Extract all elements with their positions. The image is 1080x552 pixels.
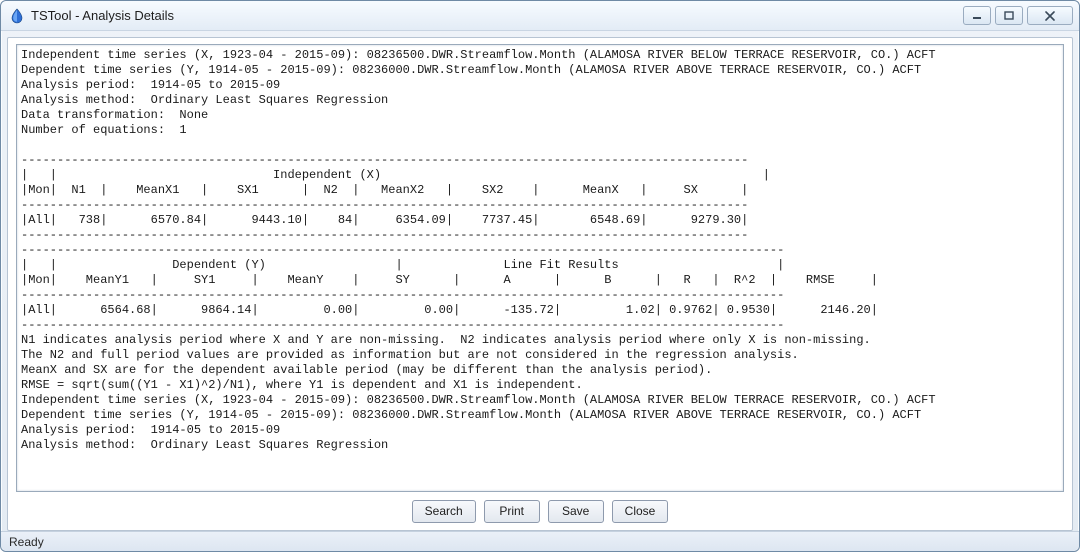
titlebar[interactable]: TSTool - Analysis Details [1, 1, 1079, 31]
maximize-icon [1004, 11, 1014, 20]
print-button[interactable]: Print [484, 500, 540, 523]
window-title: TSTool - Analysis Details [31, 8, 959, 23]
app-window: TSTool - Analysis Details Independent ti… [0, 0, 1080, 552]
window-buttons [959, 6, 1073, 25]
report-panel: Independent time series (X, 1923-04 - 20… [16, 44, 1064, 492]
close-icon [1044, 11, 1056, 21]
report-text[interactable]: Independent time series (X, 1923-04 - 20… [17, 45, 1063, 491]
app-icon [9, 8, 25, 24]
save-button[interactable]: Save [548, 500, 604, 523]
minimize-icon [972, 12, 982, 20]
status-bar: Ready [1, 531, 1079, 551]
search-button[interactable]: Search [412, 500, 476, 523]
close-window-button[interactable] [1027, 6, 1073, 25]
maximize-button[interactable] [995, 6, 1023, 25]
status-text: Ready [9, 535, 44, 549]
client-area: Independent time series (X, 1923-04 - 20… [7, 37, 1073, 531]
close-button[interactable]: Close [612, 500, 669, 523]
button-row: Search Print Save Close [8, 498, 1072, 524]
minimize-button[interactable] [963, 6, 991, 25]
